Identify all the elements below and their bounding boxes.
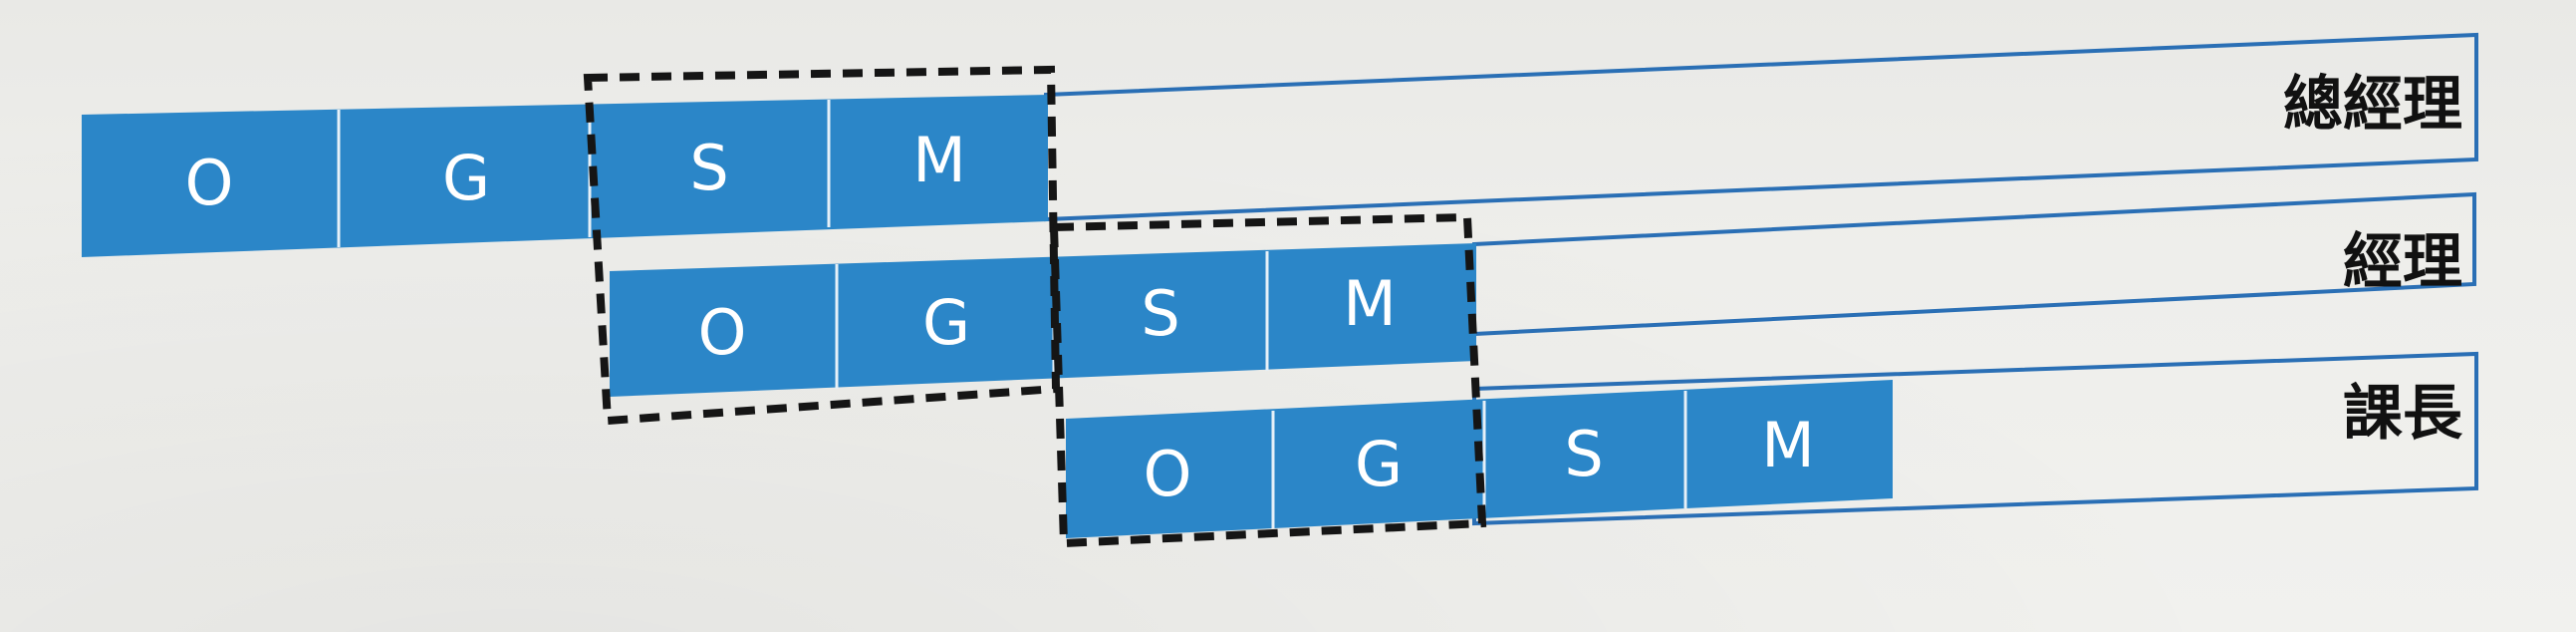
cell-letter: G (1355, 428, 1403, 500)
row-manager: O G S M (610, 243, 1476, 397)
row-frame-general-manager (1044, 32, 2478, 222)
cell-letter: G (922, 286, 970, 359)
cell-letter: O (1144, 438, 1192, 510)
row-frame-manager (1472, 191, 2476, 337)
level-label-manager: 經理 (2343, 227, 2462, 297)
cell-letter: S (1141, 277, 1179, 350)
ogsm-cascade-diagram: O G S M O G S M O G S M 總經理 經理 課長 (82, 32, 2478, 548)
row-general-manager: O G S M (82, 95, 1048, 257)
cell-letter: G (442, 142, 490, 214)
cell-letter: S (689, 132, 728, 204)
level-label-general-manager: 總經理 (2283, 70, 2462, 140)
cell-letter: S (1564, 418, 1603, 490)
level-label-section-chief: 課長 (2343, 379, 2463, 449)
cell-letter: O (185, 147, 234, 219)
cell-letter: M (1761, 409, 1815, 481)
cell-letter: O (698, 296, 747, 369)
cell-letter: M (1343, 267, 1397, 340)
cell-letter: M (912, 124, 966, 196)
